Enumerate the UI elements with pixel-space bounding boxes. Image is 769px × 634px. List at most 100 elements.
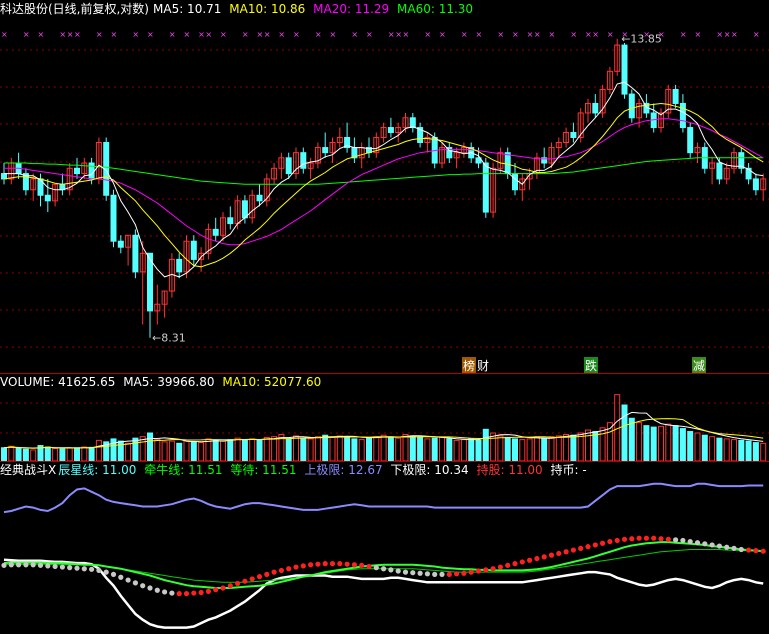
waiting-dot bbox=[322, 561, 328, 567]
signal-marker: × bbox=[205, 30, 212, 39]
volume-bar bbox=[512, 438, 518, 461]
signal-marker: × bbox=[1, 30, 8, 39]
waiting-dot bbox=[191, 590, 197, 596]
waiting-dot bbox=[220, 585, 226, 591]
waiting-dot bbox=[388, 567, 394, 573]
waiting-dot bbox=[578, 545, 584, 551]
candle-body bbox=[752, 178, 759, 191]
waiting-dot bbox=[468, 569, 474, 575]
volume-bar bbox=[694, 432, 701, 461]
volume-bar bbox=[658, 425, 664, 461]
signal-marker: × bbox=[293, 30, 300, 39]
waiting-dot bbox=[592, 542, 598, 548]
hold-cash-label: 持币: - bbox=[550, 463, 587, 477]
waiting-dot bbox=[169, 590, 175, 596]
volume-bar bbox=[132, 437, 139, 461]
signal-marker: × bbox=[132, 30, 139, 39]
waiting-dot bbox=[45, 563, 51, 569]
volume-bar bbox=[52, 447, 59, 461]
signal-marker: × bbox=[23, 30, 30, 39]
volume-chart-panel[interactable]: VOLUME: 41625.65 MA5: 39966.80 MA10: 520… bbox=[0, 373, 769, 461]
volume-bar bbox=[738, 439, 745, 461]
volume-bar bbox=[643, 425, 650, 461]
event-tag-reduce[interactable]: 减 bbox=[692, 357, 707, 374]
ma60-label: MA60: 11.30 bbox=[397, 2, 474, 16]
volume-bar bbox=[125, 442, 132, 461]
candle-body bbox=[256, 194, 263, 202]
waiting-dot bbox=[8, 562, 14, 568]
volume-bar bbox=[497, 435, 504, 461]
signal-marker: × bbox=[257, 30, 264, 39]
signal-marker: × bbox=[476, 30, 483, 39]
signal-marker: × bbox=[724, 30, 731, 39]
signal-marker: × bbox=[242, 30, 249, 39]
candle-body bbox=[88, 162, 95, 180]
waiting-dot bbox=[658, 536, 664, 542]
volume-bar bbox=[336, 435, 343, 461]
candle-body bbox=[176, 258, 183, 273]
volume-bar bbox=[723, 438, 730, 461]
price-chart-panel[interactable]: 科达股份(日线,前复权,对数) MA5: 10.71 MA10: 10.86 MA… bbox=[0, 0, 769, 374]
candle-body bbox=[322, 147, 329, 154]
indicator-legend: 经典战斗X 辰星线: 11.00 牵牛线: 11.51 等待: 11.51 上极限… bbox=[0, 463, 591, 477]
signal-marker: × bbox=[512, 30, 519, 39]
volume-bar bbox=[212, 439, 219, 461]
volume-bar bbox=[548, 436, 555, 461]
signal-marker: × bbox=[549, 30, 556, 39]
signal-marker: × bbox=[315, 30, 322, 39]
event-tag-finance[interactable]: 财 bbox=[476, 357, 490, 374]
waiting-dot bbox=[162, 589, 168, 595]
volume-bar bbox=[585, 429, 591, 461]
waiting-dot bbox=[147, 585, 153, 591]
volume-bar bbox=[380, 434, 387, 461]
volume-bar bbox=[672, 425, 679, 461]
candlestick-chart[interactable]: ←13.85←8.31× × × × × × × × × × × × × × × × × × × × × × × × × × × × ×… bbox=[0, 0, 769, 373]
signal-marker: × bbox=[395, 30, 402, 39]
candle-body bbox=[190, 240, 197, 260]
signal-marker: × bbox=[622, 30, 629, 39]
waiting-dot bbox=[286, 566, 292, 572]
waiting-dot bbox=[483, 567, 489, 573]
volume-bar bbox=[249, 438, 256, 461]
candle-body bbox=[117, 240, 124, 248]
signal-marker: × bbox=[695, 30, 702, 39]
indicator-chart-panel[interactable]: 经典战斗X 辰星线: 11.00 牵牛线: 11.51 等待: 11.51 上极限… bbox=[0, 461, 769, 634]
waiting-dot bbox=[607, 538, 613, 545]
waiting-dot bbox=[103, 569, 109, 575]
volume-bar bbox=[271, 436, 278, 461]
waiting-dot bbox=[490, 566, 496, 572]
waiting-dot bbox=[118, 574, 124, 580]
signal-marker: × bbox=[658, 30, 665, 39]
volume-bar bbox=[366, 437, 372, 461]
volume-bar bbox=[424, 438, 431, 461]
waiting-dot bbox=[527, 557, 533, 563]
volume-bar bbox=[1, 447, 7, 461]
event-tag-fall[interactable]: 跌 bbox=[584, 357, 599, 374]
waiting-dot bbox=[337, 561, 343, 567]
candle-body bbox=[570, 131, 577, 138]
indicator-chart[interactable] bbox=[0, 461, 769, 634]
waiting-dot bbox=[52, 563, 58, 570]
waiting-dot bbox=[497, 564, 503, 570]
volume-bar bbox=[220, 440, 226, 461]
waiting-dot bbox=[410, 570, 416, 576]
volume-bar bbox=[190, 441, 197, 461]
signal-marker: × bbox=[731, 30, 738, 39]
waiting-dot bbox=[731, 545, 737, 551]
signal-marker: × bbox=[534, 30, 541, 39]
volume-bar bbox=[59, 448, 66, 461]
candle-body bbox=[44, 194, 51, 202]
signal-marker: × bbox=[592, 30, 599, 39]
waiting-dot bbox=[110, 571, 117, 577]
volume-bar bbox=[621, 404, 628, 461]
waiting-dot bbox=[278, 567, 284, 574]
volume-bar bbox=[563, 433, 570, 461]
waiting-dot bbox=[183, 591, 190, 597]
waiting-dot bbox=[96, 567, 102, 574]
signal-marker: × bbox=[643, 30, 650, 39]
volume-bar bbox=[716, 437, 723, 461]
qianniu-line bbox=[3, 541, 764, 589]
candle-body bbox=[110, 194, 117, 242]
event-tag-rank[interactable]: 榜 bbox=[462, 357, 477, 374]
volume-bar bbox=[387, 436, 394, 461]
